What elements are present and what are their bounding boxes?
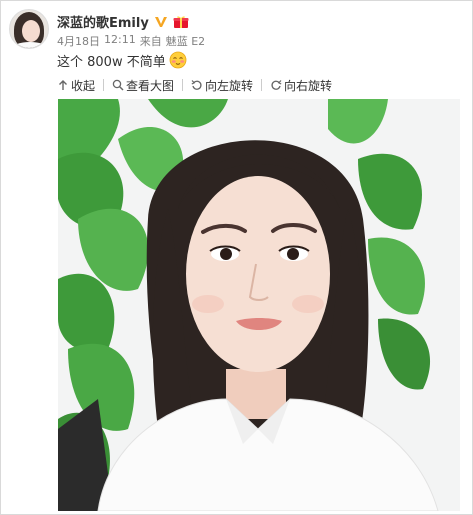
post-time[interactable]: 12:11 (104, 33, 136, 49)
rotate-left-icon (191, 79, 203, 91)
rotate-left-button[interactable]: 向左旋转 (191, 77, 253, 94)
arrow-up-icon (57, 79, 69, 91)
post-date[interactable]: 4月18日 (57, 33, 100, 49)
view-large-label: 查看大图 (126, 78, 175, 93)
toolbar-divider (261, 79, 263, 91)
rotate-right-button[interactable]: 向右旋转 (270, 77, 332, 94)
magnifier-icon (112, 79, 124, 91)
view-large-button[interactable]: 查看大图 (112, 77, 174, 94)
username-row: 深蓝的歌Emily (57, 12, 189, 31)
weibo-post-card: 深蓝的歌Emily 4月18日 12:11 来自 魅蓝 E2 这个 800w 不… (0, 0, 473, 515)
portrait-illustration (58, 99, 460, 511)
toolbar-divider (103, 79, 105, 91)
blushing-emoji-icon (169, 51, 187, 69)
username-link[interactable]: 深蓝的歌Emily (57, 12, 149, 31)
post-text-row: 这个 800w 不简单 (57, 51, 187, 70)
red-gift-badge-icon[interactable] (173, 14, 189, 28)
collapse-label: 收起 (71, 78, 96, 93)
rotate-right-label: 向右旋转 (284, 78, 333, 93)
avatar-shirt (12, 42, 48, 48)
post-photo[interactable] (58, 99, 460, 511)
image-toolbar: 收起 查看大图 向左旋转 向右旋转 (57, 76, 332, 94)
rotate-left-label: 向左旋转 (205, 78, 254, 93)
rotate-right-icon (270, 79, 282, 91)
post-meta: 4月18日 12:11 来自 魅蓝 E2 (57, 33, 205, 49)
avatar-face (22, 20, 40, 42)
collapse-button[interactable]: 收起 (57, 77, 95, 94)
post-text: 这个 800w 不简单 (57, 54, 166, 70)
post-source-prefix: 来自 (139, 35, 162, 48)
verified-v-icon[interactable] (154, 14, 168, 28)
post-device[interactable]: 魅蓝 E2 (166, 33, 205, 49)
toolbar-divider (182, 79, 184, 91)
user-avatar[interactable] (9, 9, 49, 49)
